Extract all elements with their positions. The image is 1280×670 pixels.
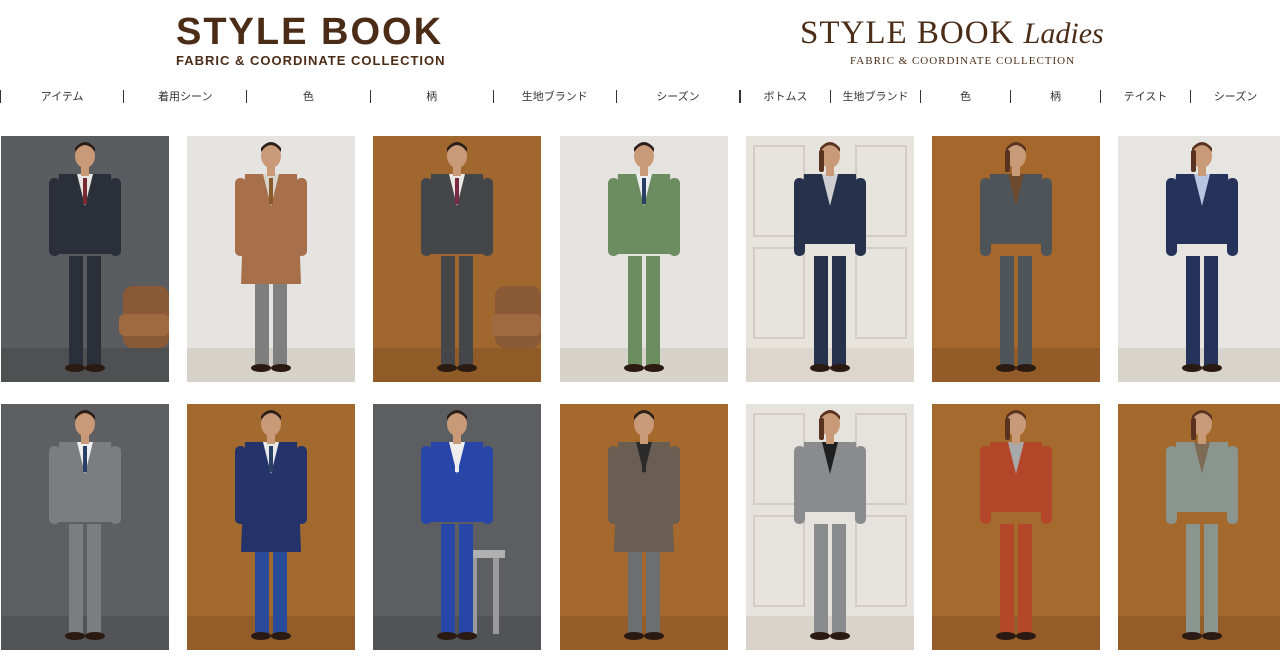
nav-item-pattern[interactable]: 柄 bbox=[1011, 88, 1100, 104]
nav-item-fabric-brand[interactable]: 生地ブランド bbox=[494, 88, 616, 104]
nav-item-color[interactable]: 色 bbox=[921, 88, 1010, 104]
style-photo[interactable] bbox=[932, 136, 1100, 382]
nav-item-fabric-brand[interactable]: 生地ブランド bbox=[831, 88, 920, 104]
nav-item-scene[interactable]: 着用シーン bbox=[124, 88, 246, 104]
logo-ladies-subtitle: FABRIC & COORDINATE COLLECTION bbox=[850, 55, 1076, 67]
style-book-ladies-logo[interactable]: STYLE BOOK Ladies FABRIC & COORDINATE CO… bbox=[800, 14, 1130, 67]
logo-ladies-title-line: STYLE BOOK Ladies bbox=[800, 14, 1130, 53]
style-photo[interactable] bbox=[1118, 404, 1280, 650]
style-book-logo[interactable]: STYLE BOOK FABRIC & COORDINATE COLLECTIO… bbox=[176, 12, 466, 68]
style-photo[interactable] bbox=[1, 136, 169, 382]
style-photo[interactable] bbox=[560, 404, 728, 650]
style-photo[interactable] bbox=[560, 136, 728, 382]
style-photo[interactable] bbox=[373, 404, 541, 650]
style-photo[interactable] bbox=[932, 404, 1100, 650]
nav-item-season[interactable]: シーズン bbox=[1191, 88, 1280, 104]
logo-subtitle: FABRIC & COORDINATE COLLECTION bbox=[176, 53, 446, 68]
logo-ladies-script: Ladies bbox=[1023, 17, 1104, 50]
nav-item-taste[interactable]: テイスト bbox=[1101, 88, 1190, 104]
style-photo[interactable] bbox=[1118, 136, 1280, 382]
style-photo[interactable] bbox=[1, 404, 169, 650]
ladies-category-nav: ボトムス 生地ブランド 色 柄 テイスト シーズン bbox=[740, 86, 1280, 106]
style-photo[interactable] bbox=[746, 136, 914, 382]
nav-item-pattern[interactable]: 柄 bbox=[371, 88, 493, 104]
logo-ladies-title: STYLE BOOK bbox=[800, 15, 1015, 51]
men-category-nav: アイテム 着用シーン 色 柄 生地ブランド シーズン bbox=[0, 86, 741, 106]
nav-item-bottoms[interactable]: ボトムス bbox=[741, 88, 830, 104]
style-photo[interactable] bbox=[746, 404, 914, 650]
nav-item-item[interactable]: アイテム bbox=[1, 88, 123, 104]
style-photo[interactable] bbox=[187, 136, 355, 382]
nav-item-season[interactable]: シーズン bbox=[617, 88, 739, 104]
style-photo[interactable] bbox=[373, 136, 541, 382]
nav-item-color[interactable]: 色 bbox=[247, 88, 369, 104]
style-photo[interactable] bbox=[187, 404, 355, 650]
logo-title: STYLE BOOK bbox=[176, 11, 444, 53]
